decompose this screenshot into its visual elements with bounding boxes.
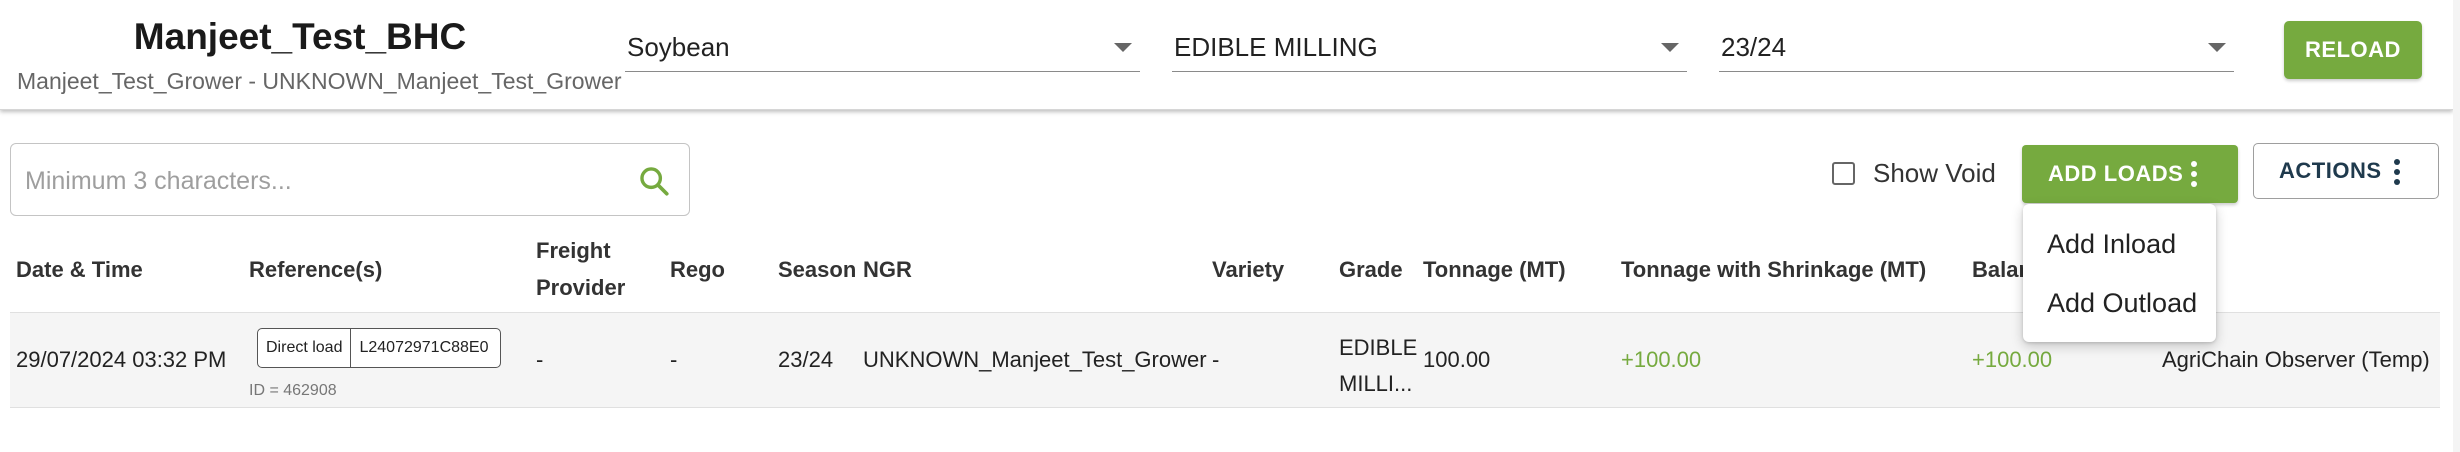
freight-header-line2: Provider (536, 275, 626, 300)
grade-select[interactable]: EDIBLE MILLING (1172, 24, 1687, 72)
search-icon[interactable] (637, 164, 671, 198)
show-void-checkbox[interactable] (1832, 162, 1855, 185)
row-grade-line1: EDIBLE (1339, 335, 1418, 360)
column-header-freight-provider[interactable]: Freight Provider (536, 232, 625, 306)
row-grade: EDIBLE MILLI... (1339, 330, 1417, 402)
column-header-variety[interactable]: Variety (1212, 251, 1284, 288)
row-balance: +100.00 (1972, 347, 2053, 372)
column-header-date-time[interactable]: Date & Time (16, 251, 143, 288)
row-variety: - (1212, 347, 1220, 372)
row-season: 23/24 (778, 347, 834, 372)
add-loads-label: ADD LOADS (2048, 161, 2184, 186)
reference-id: ID = 462908 (249, 382, 337, 399)
grade-value: EDIBLE MILLING (1174, 32, 1378, 62)
reference-chip[interactable]: Direct load L24072971C88E0 (257, 328, 501, 368)
row-grade-line2: MILLI... (1339, 371, 1413, 396)
actions-label: ACTIONS (2279, 158, 2382, 183)
column-header-references[interactable]: Reference(s) (249, 251, 382, 288)
more-vert-icon (2394, 159, 2400, 185)
menu-item-add-outload[interactable]: Add Outload (2047, 288, 2197, 319)
menu-item-add-inload[interactable]: Add Inload (2047, 229, 2176, 260)
actions-button[interactable]: ACTIONS (2253, 143, 2439, 199)
row-tonnage: 100.00 (1423, 347, 1491, 372)
column-header-tonnage[interactable]: Tonnage (MT) (1423, 251, 1566, 288)
chevron-down-icon (1661, 43, 1679, 52)
column-header-tonnage-shrinkage[interactable]: Tonnage with Shrinkage (MT) (1621, 251, 1926, 288)
add-loads-button[interactable]: ADD LOADS (2022, 145, 2238, 203)
site-subtitle: Manjeet_Test_Grower - UNKNOWN_Manjeet_Te… (17, 68, 622, 94)
row-freight-provider: - (536, 347, 544, 372)
row-rego: - (670, 347, 678, 372)
row-tonnage-shrinkage: +100.00 (1621, 347, 1702, 372)
column-header-rego[interactable]: Rego (670, 251, 725, 288)
chevron-down-icon (2208, 43, 2226, 52)
scrollbar-track[interactable] (2453, 0, 2460, 452)
search-input[interactable]: Minimum 3 characters... (10, 143, 690, 216)
season-value: 23/24 (1721, 32, 1787, 62)
row-ngr: UNKNOWN_Manjeet_Test_Grower (863, 347, 1207, 372)
reference-type: Direct load (266, 339, 343, 356)
commodity-value: Soybean (627, 32, 730, 62)
column-header-ngr[interactable]: NGR (863, 251, 912, 288)
column-header-grade[interactable]: Grade (1339, 251, 1403, 288)
reference-number: L24072971C88E0 (350, 329, 496, 367)
column-header-balance[interactable]: Balar (1972, 251, 2027, 288)
row-date-time: 29/07/2024 03:32 PM (16, 347, 227, 372)
commodity-select[interactable]: Soybean (625, 24, 1140, 72)
header-bar: Manjeet_Test_BHC Manjeet_Test_Grower - U… (0, 0, 2453, 110)
season-select[interactable]: 23/24 (1719, 24, 2234, 72)
row-user: AgriChain Observer (Temp) (2162, 347, 2430, 372)
reload-button[interactable]: RELOAD (2284, 21, 2422, 79)
freight-header-line1: Freight (536, 238, 611, 263)
column-header-season[interactable]: Season (778, 251, 856, 288)
show-void-label: Show Void (1873, 158, 1996, 188)
search-placeholder: Minimum 3 characters... (25, 167, 292, 195)
chevron-down-icon (1114, 43, 1132, 52)
site-title: Manjeet_Test_BHC (133, 16, 467, 57)
more-vert-icon (2191, 161, 2197, 187)
add-loads-menu: Add Inload Add Outload (2023, 204, 2216, 342)
